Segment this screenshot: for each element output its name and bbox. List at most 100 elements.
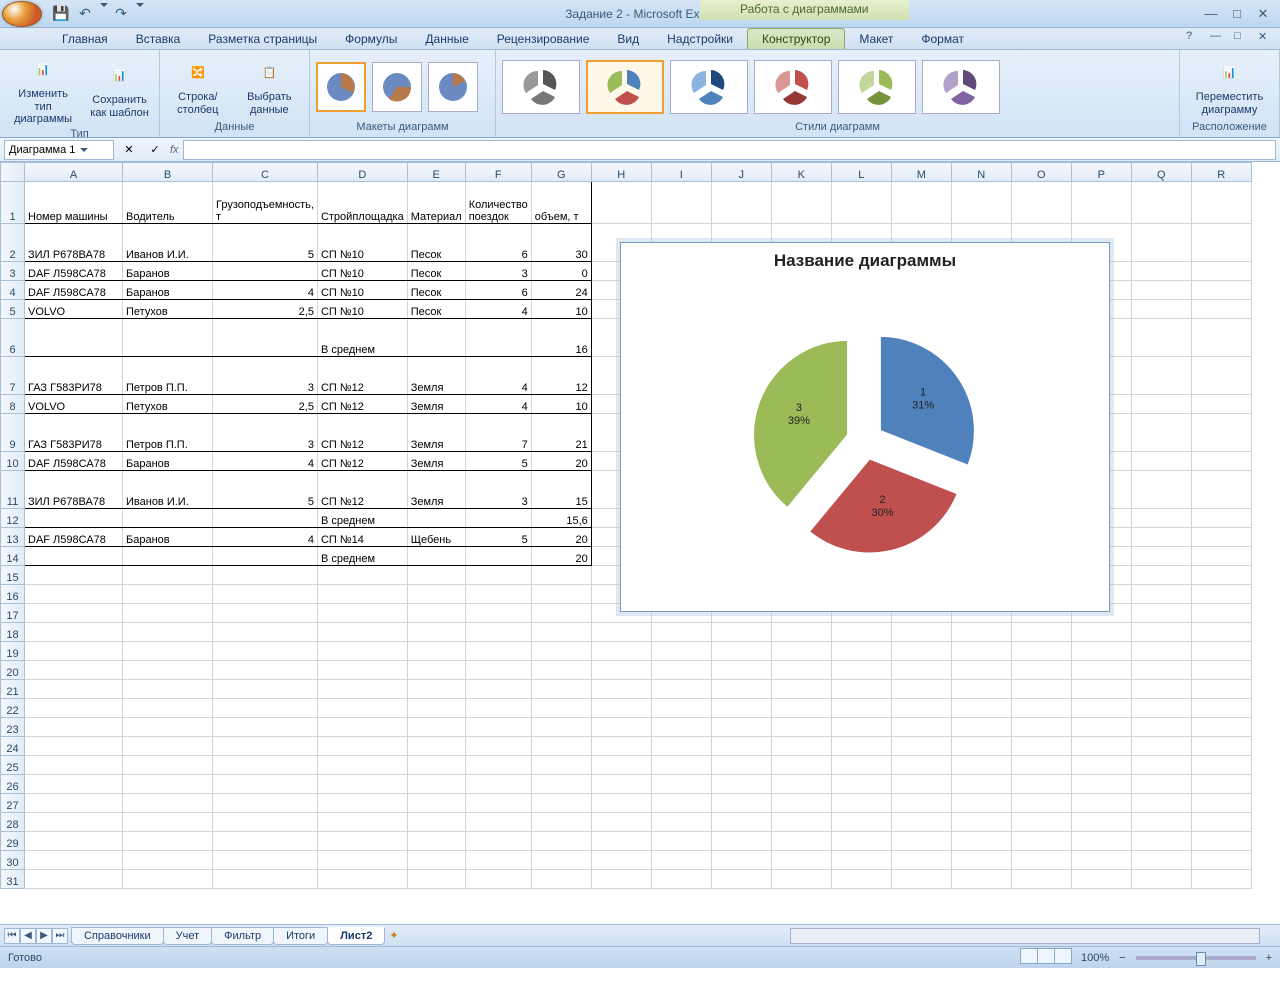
cell-13-B[interactable]: Баранов	[123, 528, 213, 547]
save-icon[interactable]: 💾	[50, 3, 72, 25]
cell-25-E[interactable]	[407, 756, 465, 775]
row-header-28[interactable]: 28	[1, 813, 25, 832]
cell-24-K[interactable]	[771, 737, 831, 756]
cell-26-G[interactable]	[531, 775, 591, 794]
cell-1-L[interactable]	[831, 182, 891, 224]
cell-19-C[interactable]	[213, 642, 318, 661]
cell-17-C[interactable]	[213, 604, 318, 623]
cell-13-A[interactable]: DAF Л598СА78	[25, 528, 123, 547]
cell-8-G[interactable]: 10	[531, 395, 591, 414]
cell-30-A[interactable]	[25, 851, 123, 870]
cell-23-B[interactable]	[123, 718, 213, 737]
cell-19-J[interactable]	[711, 642, 771, 661]
tab-Вид[interactable]: Вид	[603, 29, 653, 49]
cell-26-L[interactable]	[831, 775, 891, 794]
cell-29-C[interactable]	[213, 832, 318, 851]
cell-8-B[interactable]: Петухов	[123, 395, 213, 414]
row-header-29[interactable]: 29	[1, 832, 25, 851]
cell-27-O[interactable]	[1011, 794, 1071, 813]
cell-29-E[interactable]	[407, 832, 465, 851]
cell-23-F[interactable]	[465, 718, 531, 737]
cell-26-K[interactable]	[771, 775, 831, 794]
cell-13-C[interactable]: 4	[213, 528, 318, 547]
cell-29-J[interactable]	[711, 832, 771, 851]
col-header-O[interactable]: O	[1011, 163, 1071, 182]
cell-5-Q[interactable]	[1131, 300, 1191, 319]
maximize-icon[interactable]: □	[1226, 6, 1248, 22]
cell-21-M[interactable]	[891, 680, 951, 699]
cell-12-G[interactable]: 15,6	[531, 509, 591, 528]
row-header-4[interactable]: 4	[1, 281, 25, 300]
switch-row-column-button[interactable]: 🔀Строка/столбец	[166, 55, 230, 118]
cell-19-A[interactable]	[25, 642, 123, 661]
cell-25-R[interactable]	[1191, 756, 1251, 775]
cell-1-R[interactable]	[1191, 182, 1251, 224]
cell-31-C[interactable]	[213, 870, 318, 889]
cell-1-C[interactable]: Грузоподъемность, т	[213, 182, 318, 224]
cell-19-I[interactable]	[651, 642, 711, 661]
row-header-14[interactable]: 14	[1, 547, 25, 566]
cell-19-H[interactable]	[591, 642, 651, 661]
col-header-R[interactable]: R	[1191, 163, 1251, 182]
cell-24-M[interactable]	[891, 737, 951, 756]
cell-6-F[interactable]	[465, 319, 531, 357]
cell-20-L[interactable]	[831, 661, 891, 680]
cell-26-I[interactable]	[651, 775, 711, 794]
zoom-level[interactable]: 100%	[1081, 952, 1109, 964]
cell-25-J[interactable]	[711, 756, 771, 775]
cell-21-L[interactable]	[831, 680, 891, 699]
cell-14-C[interactable]	[213, 547, 318, 566]
row-header-8[interactable]: 8	[1, 395, 25, 414]
cell-16-F[interactable]	[465, 585, 531, 604]
cell-4-A[interactable]: DAF Л598СА78	[25, 281, 123, 300]
cell-26-F[interactable]	[465, 775, 531, 794]
col-header-J[interactable]: J	[711, 163, 771, 182]
cell-4-E[interactable]: Песок	[407, 281, 465, 300]
row-header-26[interactable]: 26	[1, 775, 25, 794]
cell-1-D[interactable]: Стройплощадка	[317, 182, 407, 224]
cell-6-A[interactable]	[25, 319, 123, 357]
chart-plot-area[interactable]: 131%230%339%	[621, 271, 1109, 591]
cell-30-K[interactable]	[771, 851, 831, 870]
cell-22-N[interactable]	[951, 699, 1011, 718]
row-header-15[interactable]: 15	[1, 566, 25, 585]
cell-29-I[interactable]	[651, 832, 711, 851]
chart-layout-3[interactable]	[428, 62, 478, 112]
cell-18-J[interactable]	[711, 623, 771, 642]
cell-24-G[interactable]	[531, 737, 591, 756]
cell-14-E[interactable]	[407, 547, 465, 566]
cell-5-B[interactable]: Петухов	[123, 300, 213, 319]
cell-17-B[interactable]	[123, 604, 213, 623]
cell-5-E[interactable]: Песок	[407, 300, 465, 319]
row-header-1[interactable]: 1	[1, 182, 25, 224]
cell-25-G[interactable]	[531, 756, 591, 775]
cell-1-G[interactable]: объем, т	[531, 182, 591, 224]
cell-20-O[interactable]	[1011, 661, 1071, 680]
cell-7-B[interactable]: Петров П.П.	[123, 357, 213, 395]
cell-29-D[interactable]	[317, 832, 407, 851]
cell-29-F[interactable]	[465, 832, 531, 851]
cell-25-A[interactable]	[25, 756, 123, 775]
cell-23-J[interactable]	[711, 718, 771, 737]
cell-17-Q[interactable]	[1131, 604, 1191, 623]
cell-31-N[interactable]	[951, 870, 1011, 889]
cell-11-Q[interactable]	[1131, 471, 1191, 509]
cell-10-E[interactable]: Земля	[407, 452, 465, 471]
cell-31-Q[interactable]	[1131, 870, 1191, 889]
cell-23-P[interactable]	[1071, 718, 1131, 737]
cell-31-L[interactable]	[831, 870, 891, 889]
cell-29-Q[interactable]	[1131, 832, 1191, 851]
cell-31-I[interactable]	[651, 870, 711, 889]
cell-31-R[interactable]	[1191, 870, 1251, 889]
cell-15-Q[interactable]	[1131, 566, 1191, 585]
cell-28-J[interactable]	[711, 813, 771, 832]
cell-8-E[interactable]: Земля	[407, 395, 465, 414]
cell-9-R[interactable]	[1191, 414, 1251, 452]
cell-18-P[interactable]	[1071, 623, 1131, 642]
cell-3-B[interactable]: Баранов	[123, 262, 213, 281]
cell-7-G[interactable]: 12	[531, 357, 591, 395]
cell-28-R[interactable]	[1191, 813, 1251, 832]
enter-icon[interactable]: ✓	[144, 143, 166, 156]
row-header-6[interactable]: 6	[1, 319, 25, 357]
cell-16-Q[interactable]	[1131, 585, 1191, 604]
